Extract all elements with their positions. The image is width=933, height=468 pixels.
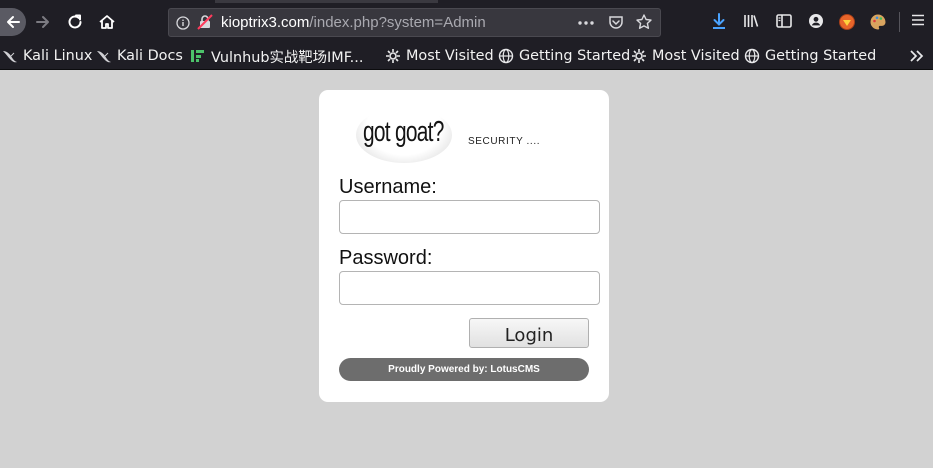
globe-icon: [744, 48, 760, 64]
info-icon[interactable]: [176, 15, 190, 34]
password-label: Password:: [339, 247, 433, 269]
vulnhub-icon: [190, 48, 206, 64]
powered-by-footer: Proudly Powered by: LotusCMS: [339, 358, 589, 381]
url-host: kioptrix3.com: [221, 14, 310, 31]
kali-dragon-icon: [96, 48, 112, 64]
gear-icon: [631, 48, 647, 64]
bookmark-label: Getting Started: [519, 48, 631, 64]
home-button[interactable]: [96, 10, 118, 34]
toolbar-divider: [899, 12, 900, 32]
extension-icon[interactable]: [838, 13, 856, 35]
login-panel: got goat? SECURITY .... Username: Passwo…: [319, 90, 609, 402]
url-path: /index.php?system=Admin: [309, 14, 486, 31]
more-icon[interactable]: [577, 15, 595, 34]
bookmark-most-visited[interactable]: Most Visited: [385, 47, 494, 65]
username-input[interactable]: [339, 200, 600, 234]
active-tab-indicator: [215, 0, 438, 3]
bookmark-label: Kali Docs: [117, 48, 183, 64]
browser-toolbar: kioptrix3.com/index.php?system=Admin: [0, 0, 933, 42]
login-button[interactable]: Login: [469, 318, 589, 348]
bookmark-most-visited[interactable]: Most Visited: [631, 47, 740, 65]
security-caption: SECURITY ....: [468, 136, 541, 147]
bookmark-label: Vulnhub实战靶场IMF...: [211, 49, 364, 66]
download-icon[interactable]: [710, 12, 728, 34]
back-icon: [7, 16, 20, 28]
star-icon[interactable]: [635, 13, 653, 35]
username-label: Username:: [339, 176, 437, 198]
url-bar[interactable]: kioptrix3.com/index.php?system=Admin: [168, 8, 661, 37]
sidebar-icon[interactable]: [775, 12, 793, 34]
menu-icon[interactable]: [910, 12, 926, 32]
forward-icon: [36, 16, 49, 28]
pocket-icon[interactable]: [608, 14, 624, 34]
bookmark-kali-linux[interactable]: Kali Linux: [2, 47, 92, 65]
home-icon: [99, 15, 115, 29]
globe-icon: [498, 48, 514, 64]
logo: got goat?: [363, 116, 444, 148]
bookmark-kali-docs[interactable]: Kali Docs: [96, 47, 183, 65]
kali-dragon-icon: [2, 48, 18, 64]
bookmarks-toolbar: Kali Linux Kali Docs Vulnhub实战靶场IMF... M…: [0, 42, 933, 70]
bookmark-label: Most Visited: [652, 48, 740, 64]
password-input[interactable]: [339, 271, 600, 305]
bookmark-label: Kali Linux: [23, 48, 93, 64]
account-icon[interactable]: [807, 12, 825, 34]
bookmark-getting-started[interactable]: Getting Started: [744, 47, 876, 65]
url-text[interactable]: kioptrix3.com/index.php?system=Admin: [221, 14, 486, 31]
reload-icon: [68, 14, 82, 29]
forward-button[interactable]: [32, 10, 54, 34]
insecure-lock-icon[interactable]: [197, 14, 213, 34]
bookmark-getting-started[interactable]: Getting Started: [498, 47, 630, 65]
bookmark-label: Getting Started: [765, 48, 877, 64]
bookmark-vulnhub[interactable]: Vulnhub实战靶场IMF...: [190, 47, 364, 66]
chevron-right-icon[interactable]: [908, 48, 926, 68]
palette-icon[interactable]: [869, 13, 887, 35]
gear-icon: [385, 48, 401, 64]
reload-button[interactable]: [64, 10, 86, 34]
bookmark-label: Most Visited: [406, 48, 494, 64]
library-icon[interactable]: [742, 12, 760, 34]
back-button[interactable]: [0, 8, 26, 36]
